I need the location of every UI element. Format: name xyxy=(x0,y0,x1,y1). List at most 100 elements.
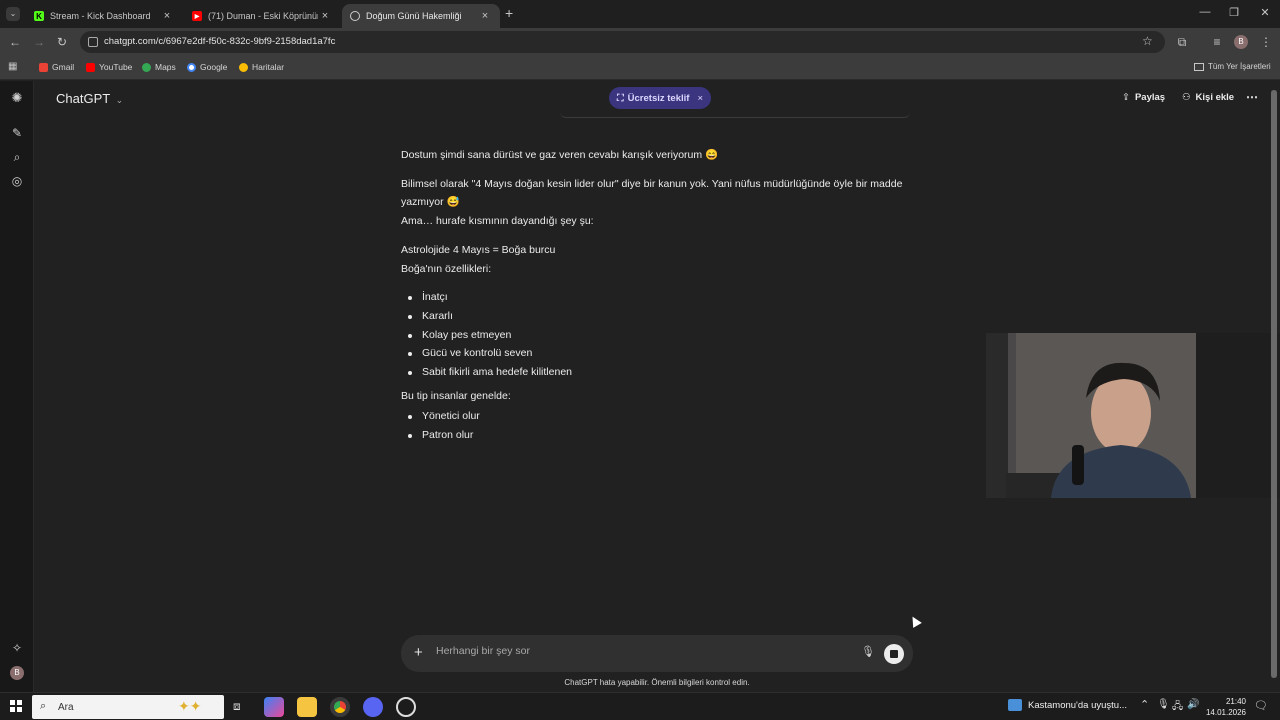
back-icon[interactable]: ← xyxy=(7,35,23,49)
close-icon[interactable]: × xyxy=(697,93,703,104)
browser-tab-strip: ⌄ K Stream - Kick Dashboard × ▶ (71) Dum… xyxy=(0,0,1280,28)
assistant-message: Dostum şimdi sana dürüst ve gaz veren ce… xyxy=(401,146,921,445)
message-paragraph: Dostum şimdi sana dürüst ve gaz veren ce… xyxy=(401,149,719,161)
obs-icon[interactable] xyxy=(396,697,416,717)
url-text[interactable]: chatgpt.com/c/6967e2df-f50c-832c-9bf9-21… xyxy=(104,36,335,47)
notifications-icon[interactable]: 🗨 xyxy=(1254,699,1268,712)
library-icon[interactable]: ◎ xyxy=(10,174,24,188)
clock-time: 21:40 xyxy=(1225,697,1246,706)
free-offer-pill[interactable]: ⛶ Ücretsiz teklif × xyxy=(609,87,711,109)
tab-label: Doğum Günü Hakemliği xyxy=(366,11,462,21)
add-attachment-icon[interactable]: + xyxy=(414,644,423,661)
browser-tab-kick[interactable]: K Stream - Kick Dashboard × xyxy=(26,4,182,28)
search-icon[interactable]: ⌕ xyxy=(10,150,24,164)
tab-search-button[interactable]: ⌄ xyxy=(6,7,20,21)
news-widget[interactable]: Kastamonu'da uyuştu... xyxy=(1008,699,1127,711)
youtube-icon: ▶ xyxy=(192,11,202,21)
chevron-up-icon[interactable]: ⌃ xyxy=(1140,698,1149,711)
add-person-icon: ⚇ xyxy=(1182,92,1191,103)
address-bar[interactable]: chatgpt.com/c/6967e2df-f50c-832c-9bf9-21… xyxy=(80,31,1165,53)
offer-label: Ücretsiz teklif xyxy=(627,92,690,104)
sparkle-icon[interactable]: ✧ xyxy=(10,641,24,655)
browser-toolbar: ← → ↻ chatgpt.com/c/6967e2df-f50c-832c-9… xyxy=(0,28,1280,56)
reload-icon[interactable]: ↻ xyxy=(54,35,70,49)
list-item: İnatçı xyxy=(401,288,921,307)
forward-icon[interactable]: → xyxy=(31,35,47,49)
bookmark-youtube[interactable]: YouTube xyxy=(86,62,132,72)
bookmark-label: Haritalar xyxy=(252,62,285,72)
extensions-icon[interactable]: ⧉ xyxy=(1174,35,1190,50)
bookmark-google[interactable]: Google xyxy=(187,62,227,72)
copilot-icon[interactable] xyxy=(264,697,284,717)
message-paragraph: Boğa'nın özellikleri: xyxy=(401,262,492,275)
maps-pin-icon xyxy=(142,62,151,72)
new-chat-icon[interactable]: ✎ xyxy=(10,126,24,140)
chevron-down-icon: ⌄ xyxy=(115,95,124,105)
browser-tab-chatgpt[interactable]: Doğum Günü Hakemliği × xyxy=(342,4,500,28)
tab-label: (71) Duman - Eski Köprünün Al xyxy=(208,11,318,21)
minimize-icon[interactable]: — xyxy=(1190,6,1220,18)
browser-tab-youtube[interactable]: ▶ (71) Duman - Eski Köprünün Al × xyxy=(184,4,340,28)
microphone-icon[interactable]: 🎙 xyxy=(1157,699,1170,710)
bookmarks-bar: ▦ Gmail YouTube Maps Google Haritalar Tü… xyxy=(0,56,1280,80)
clock-date: 14.01.2026 xyxy=(1205,708,1246,717)
bookmark-haritalar[interactable]: Haritalar xyxy=(239,62,284,72)
network-icon[interactable]: 🖧 xyxy=(1172,699,1183,716)
profile-avatar[interactable]: B xyxy=(1234,35,1248,49)
volume-icon[interactable]: 🔊 xyxy=(1187,699,1199,710)
close-window-icon[interactable]: ✕ xyxy=(1250,6,1280,19)
discord-icon[interactable] xyxy=(363,697,383,717)
gmail-icon xyxy=(39,62,48,72)
page-scrollbar[interactable] xyxy=(1271,90,1277,678)
restore-icon[interactable]: ❐ xyxy=(1219,6,1249,19)
search-label: Ara xyxy=(58,702,74,713)
tab-label: Stream - Kick Dashboard xyxy=(50,11,151,21)
openai-logo-icon[interactable]: ✺ xyxy=(10,91,24,105)
message-paragraph: Bu tip insanlar genelde: xyxy=(401,389,511,402)
bookmark-star-icon[interactable]: ☆ xyxy=(1142,34,1153,48)
task-view-icon[interactable]: ⧈ xyxy=(233,699,241,714)
list-item: Gücü ve kontrolü seven xyxy=(401,344,921,363)
new-tab-button[interactable]: + xyxy=(505,5,513,21)
model-selector[interactable]: ChatGPT ⌄ xyxy=(56,91,123,106)
disclaimer: ChatGPT hata yapabilir. Önemli bilgileri… xyxy=(564,678,750,687)
message-paragraph: Bilimsel olarak "4 Mayıs doğan kesin lid… xyxy=(401,177,903,209)
message-paragraph: Ama… hurafe kısmının dayandığı şey şu: xyxy=(401,215,594,228)
more-options-icon[interactable]: ⋯ xyxy=(1246,90,1258,104)
maps-pin-icon xyxy=(239,62,248,72)
search-icon: ⌕ xyxy=(40,700,47,712)
user-avatar[interactable]: B xyxy=(10,666,24,680)
list-item: Kararlı xyxy=(401,307,921,326)
share-button[interactable]: ⇪ Paylaş xyxy=(1122,92,1165,103)
scrollbar-thumb[interactable] xyxy=(1271,90,1277,678)
file-explorer-icon[interactable] xyxy=(297,697,317,717)
add-person-button[interactable]: ⚇ Kişi ekle xyxy=(1182,92,1234,103)
media-icon[interactable]: ≡ xyxy=(1209,35,1225,49)
bookmark-label: YouTube xyxy=(99,62,133,72)
all-bookmarks[interactable]: Tüm Yer İşaretleri xyxy=(1194,62,1271,71)
share-icon: ⇪ xyxy=(1122,92,1130,103)
folder-icon xyxy=(1194,62,1204,71)
search-highlight-icon: ✦✦ xyxy=(178,698,202,714)
apps-grid-icon[interactable]: ▦ xyxy=(8,61,17,72)
menu-kebab-icon[interactable]: ⋮ xyxy=(1258,35,1274,49)
windows-start-icon[interactable] xyxy=(10,700,22,712)
site-info-icon[interactable] xyxy=(88,37,98,47)
message-paragraph: Astrolojide 4 Mayıs = Boğa burcu xyxy=(401,243,556,256)
close-icon[interactable]: × xyxy=(160,10,174,22)
close-icon[interactable]: × xyxy=(478,10,492,22)
clock[interactable]: 21:40 14.01.2026 xyxy=(1200,696,1246,718)
webcam-image xyxy=(986,333,1280,498)
stop-icon xyxy=(890,650,898,658)
bookmark-maps[interactable]: Maps xyxy=(142,62,176,72)
microphone-icon[interactable]: 🎙 xyxy=(861,645,875,658)
close-icon[interactable]: × xyxy=(318,10,332,22)
prompt-input[interactable] xyxy=(436,645,836,657)
bookmark-gmail[interactable]: Gmail xyxy=(39,62,74,72)
stop-button[interactable] xyxy=(884,644,904,664)
taskbar-search[interactable]: ⌕ Ara ✦✦ xyxy=(32,695,224,719)
bookmark-label: Google xyxy=(200,62,228,72)
add-person-label: Kişi ekle xyxy=(1195,92,1235,103)
list-item: Yönetici olur xyxy=(401,407,921,426)
chrome-icon[interactable] xyxy=(330,697,350,717)
